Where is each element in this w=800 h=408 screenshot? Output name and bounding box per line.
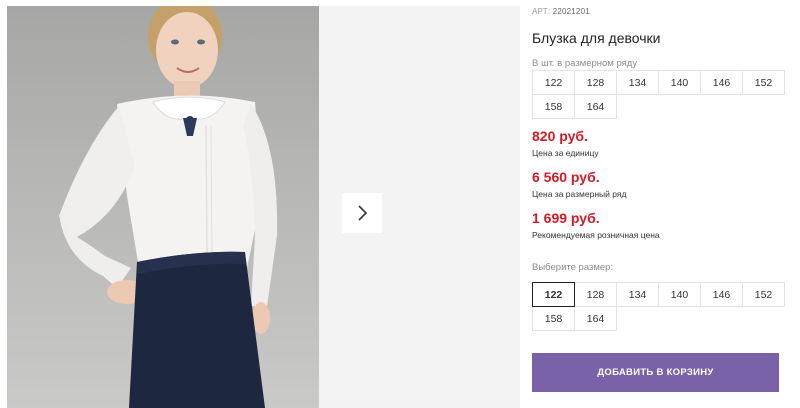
product-sku: АРТ: 22021201 (532, 7, 590, 16)
set-size-cell: 152 (742, 70, 785, 95)
size-option[interactable]: 158 (532, 306, 575, 331)
product-photo[interactable] (7, 6, 319, 408)
add-to-cart-button[interactable]: ДОБАВИТЬ В КОРЗИНУ (532, 353, 779, 392)
product-photo-illustration (59, 6, 278, 408)
retail-price: 1 699 руб. (532, 210, 600, 226)
size-select-label: Выберите размер: (532, 262, 614, 273)
size-option[interactable]: 140 (658, 282, 701, 307)
set-size-cell: 146 (700, 70, 743, 95)
set-size-cell: 140 (658, 70, 701, 95)
size-option[interactable]: 164 (574, 306, 617, 331)
set-size-cell: 164 (574, 94, 617, 119)
set-sizes-label: В шт. в размерном ряду (532, 58, 638, 69)
size-option[interactable]: 146 (700, 282, 743, 307)
set-size-cell: 134 (616, 70, 659, 95)
size-option[interactable]: 152 (742, 282, 785, 307)
unit-price: 820 руб. (532, 128, 588, 144)
chevron-right-icon (358, 205, 368, 221)
sku-label: АРТ: (532, 7, 551, 16)
set-size-cell: 122 (532, 70, 575, 95)
size-option[interactable]: 128 (574, 282, 617, 307)
size-select-grid: 122 128 134 140 146 152 158 164 (532, 282, 785, 331)
size-option-selected[interactable]: 122 (532, 282, 575, 307)
gallery-next-button[interactable] (342, 193, 382, 233)
unit-price-caption: Цена за единицу (532, 148, 599, 158)
set-price-caption: Цена за размерный ряд (532, 189, 627, 199)
size-option[interactable]: 134 (616, 282, 659, 307)
set-sizes-grid: 122 128 134 140 146 152 158 164 (532, 70, 785, 119)
set-size-cell: 158 (532, 94, 575, 119)
set-size-cell: 128 (574, 70, 617, 95)
product-gallery (7, 6, 520, 408)
retail-price-caption: Рекомендуемая розничная цена (532, 230, 660, 240)
sku-value: 22021201 (552, 7, 590, 16)
set-price: 6 560 руб. (532, 169, 600, 185)
product-title: Блузка для девочки (532, 30, 661, 46)
